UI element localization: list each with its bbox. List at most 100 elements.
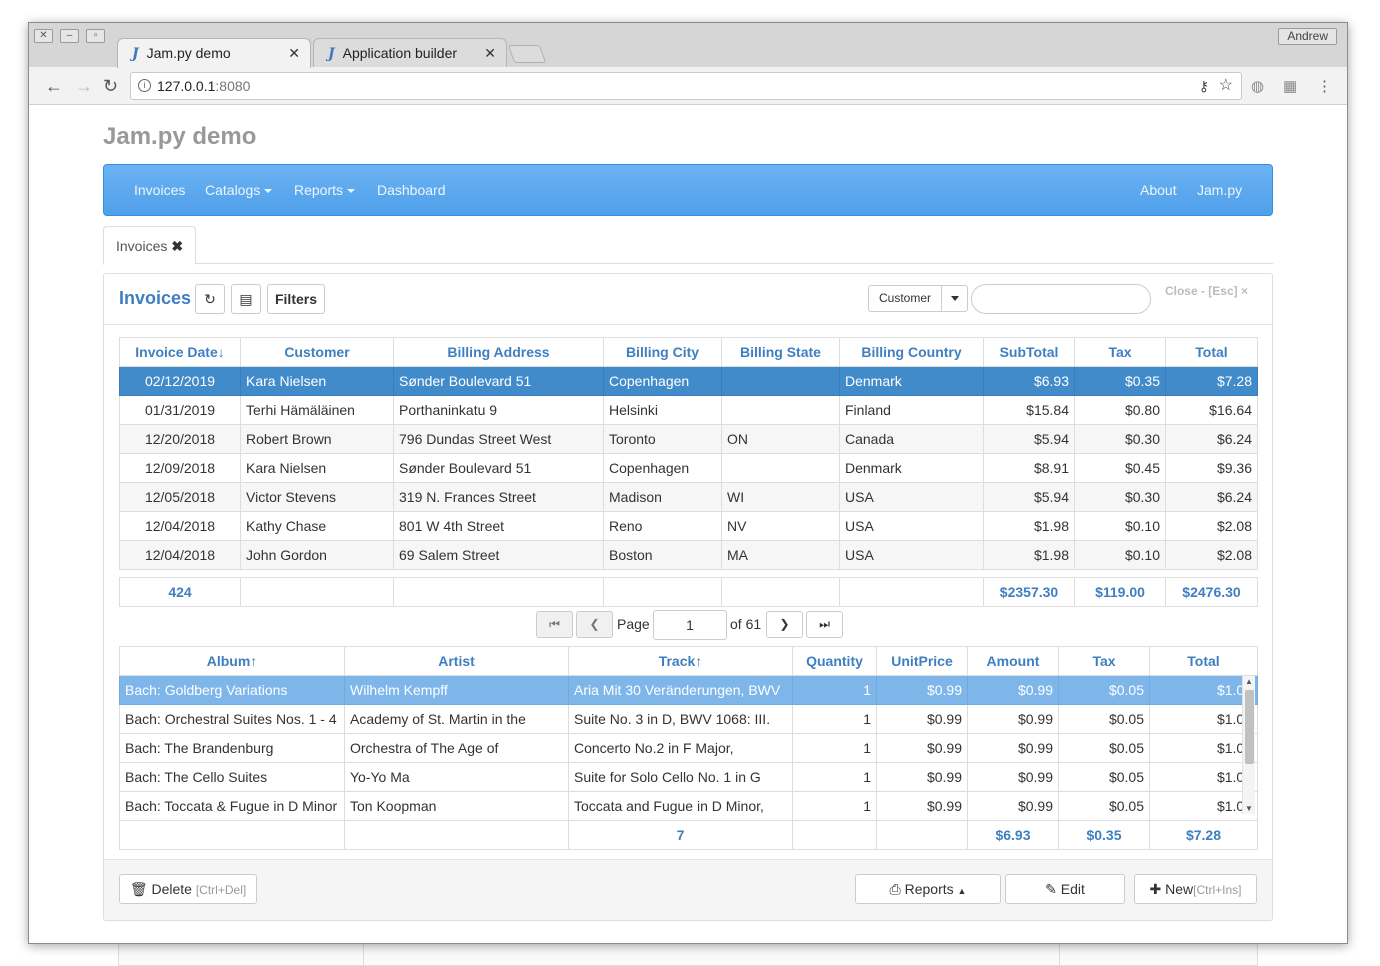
- table-cell: MA: [721, 540, 840, 570]
- column-header[interactable]: UnitPrice: [876, 646, 968, 676]
- invoices-table: Invoice Date↓ Customer Billing Address Bill…: [119, 337, 1258, 607]
- browser-tab-builder[interactable]: J Application builder ✕: [313, 38, 507, 68]
- column-header-label: Quantity: [806, 653, 863, 669]
- column-header-label: Artist: [438, 653, 475, 669]
- total-cell: $2357.30: [983, 577, 1075, 607]
- page-tabs: Invoices ✖: [103, 226, 1273, 265]
- key-icon[interactable]: ⚷: [1199, 73, 1209, 99]
- browser-menu-icon[interactable]: ⋮: [1317, 77, 1332, 95]
- scroll-up-icon[interactable]: ▲: [1245, 677, 1253, 686]
- site-info-icon[interactable]: i: [138, 79, 151, 92]
- menu-invoices[interactable]: Invoices: [134, 182, 185, 198]
- extension-globe-icon[interactable]: ◍: [1251, 77, 1264, 95]
- column-header[interactable]: Billing Address: [393, 337, 604, 367]
- forward-arrow-icon[interactable]: →: [75, 76, 93, 97]
- new-button[interactable]: ✚ New[Ctrl+Ins]: [1134, 874, 1257, 904]
- menu-about[interactable]: About: [1140, 182, 1177, 198]
- table-cell: $0.35: [1074, 366, 1166, 396]
- view-toggle-button[interactable]: ▤: [231, 284, 261, 314]
- table-row[interactable]: Bach: Orchestral Suites Nos. 1 - 4 Academ…: [119, 704, 1258, 734]
- table-row[interactable]: 12/05/2018 Victor Stevens 319 N. Frances S…: [119, 482, 1258, 512]
- delete-button[interactable]: 🗑 Delete [Ctrl+Del]: [119, 874, 257, 904]
- column-header-label: Tax: [1092, 653, 1116, 669]
- column-header[interactable]: Invoice Date↓: [119, 337, 241, 367]
- column-header-label: Tax: [1108, 344, 1132, 360]
- items-scrollbar[interactable]: ▲ ▼: [1242, 676, 1255, 814]
- search-field-select[interactable]: Customer: [868, 285, 968, 312]
- close-tab-icon[interactable]: ✕: [484, 39, 496, 67]
- edit-button[interactable]: ✎ Edit: [1005, 874, 1125, 904]
- column-header[interactable]: Album↑: [119, 646, 345, 676]
- column-header[interactable]: Billing State: [721, 337, 840, 367]
- profile-user-button[interactable]: Andrew: [1278, 28, 1337, 45]
- menu-catalogs[interactable]: Catalogs: [205, 182, 273, 198]
- table-row[interactable]: 12/04/2018 John Gordon 69 Salem Street Bost…: [119, 540, 1258, 570]
- prev-page-button[interactable]: ❮: [576, 611, 613, 638]
- back-arrow-icon[interactable]: ←: [45, 76, 63, 97]
- table-row[interactable]: 01/31/2019 Terhi Hämäläinen Porthaninkatu …: [119, 395, 1258, 425]
- maximize-window-icon[interactable]: ▫: [86, 29, 105, 43]
- table-cell: WI: [721, 482, 840, 512]
- table-row[interactable]: 02/12/2019 Kara Nielsen Sønder Boulevard 5…: [119, 366, 1258, 396]
- column-header[interactable]: Billing Country: [839, 337, 984, 367]
- search-input[interactable]: [971, 284, 1151, 314]
- column-header[interactable]: Quantity: [792, 646, 877, 676]
- sort-desc-icon: ↓: [217, 344, 225, 360]
- column-header[interactable]: Amount: [967, 646, 1059, 676]
- total-cell: $2476.30: [1165, 577, 1258, 607]
- first-page-button[interactable]: ⏮: [536, 611, 573, 638]
- close-tab-icon[interactable]: ✖: [171, 238, 183, 254]
- chevron-down-icon[interactable]: [941, 286, 967, 311]
- table-cell: $0.99: [967, 791, 1059, 821]
- address-bar[interactable]: i 127.0.0.1:8080 ⚷ ☆: [130, 72, 1242, 100]
- browser-toolbar: ← → ↻ i 127.0.0.1:8080 ⚷ ☆ ◍ ▦ ⋮: [29, 67, 1347, 105]
- menu-reports[interactable]: Reports: [294, 182, 356, 198]
- trash-icon: 🗑: [129, 881, 148, 897]
- table-cell: 12/04/2018: [119, 511, 241, 541]
- column-header[interactable]: Total: [1165, 337, 1258, 367]
- column-header[interactable]: Artist: [344, 646, 569, 676]
- table-cell: Bach: Orchestral Suites Nos. 1 - 4: [119, 704, 345, 734]
- chevron-left-icon: ❮: [589, 617, 600, 631]
- tab-label: Invoices: [116, 238, 168, 254]
- column-header[interactable]: Tax: [1074, 337, 1166, 367]
- bookmark-star-icon[interactable]: ☆: [1219, 73, 1233, 99]
- table-row[interactable]: 12/04/2018 Kathy Chase 801 W 4th Street Ren…: [119, 511, 1258, 541]
- menu-jampy[interactable]: Jam.py: [1197, 182, 1242, 198]
- menu-label: Catalogs: [205, 182, 261, 198]
- app-page: Jam.py demo Invoices Catalogs Reports Da…: [29, 106, 1347, 943]
- minimize-window-icon[interactable]: –: [60, 29, 79, 43]
- scrollbar-thumb[interactable]: [1245, 690, 1254, 764]
- table-row[interactable]: 12/09/2018 Kara Nielsen Sønder Boulevard 5…: [119, 453, 1258, 483]
- column-header[interactable]: Total: [1149, 646, 1258, 676]
- browser-tab-demo[interactable]: J Jam.py demo ✕: [117, 38, 311, 68]
- next-page-button[interactable]: ❯: [766, 611, 803, 638]
- menu-dashboard[interactable]: Dashboard: [377, 182, 446, 198]
- new-tab-button[interactable]: [507, 45, 547, 63]
- refresh-button[interactable]: ↻: [195, 284, 225, 314]
- column-header[interactable]: Customer: [240, 337, 394, 367]
- table-row[interactable]: Bach: The Cello Suites Yo-Yo Ma Suite for …: [119, 762, 1258, 792]
- column-header[interactable]: SubTotal: [983, 337, 1075, 367]
- extension-grid-icon[interactable]: ▦: [1283, 77, 1297, 95]
- column-header[interactable]: Billing City: [603, 337, 722, 367]
- filters-button[interactable]: Filters: [267, 284, 325, 314]
- reports-button[interactable]: ⎙ Reports ▲: [855, 874, 1001, 904]
- reload-icon[interactable]: ↻: [103, 76, 118, 97]
- column-header[interactable]: Track↑: [568, 646, 793, 676]
- close-window-icon[interactable]: ✕: [34, 29, 53, 43]
- table-row[interactable]: Bach: Toccata & Fugue in D Minor Ton Koop…: [119, 791, 1258, 821]
- column-header-label: Billing City: [625, 344, 700, 360]
- close-tab-icon[interactable]: ✕: [288, 39, 300, 67]
- table-row[interactable]: Bach: The Brandenburg Orchestra of The Ag…: [119, 733, 1258, 763]
- last-page-button[interactable]: ⏭: [806, 611, 843, 638]
- scroll-down-icon[interactable]: ▼: [1245, 804, 1253, 813]
- close-hint[interactable]: Close - [Esc] ×: [1165, 284, 1248, 298]
- column-header[interactable]: Tax: [1058, 646, 1150, 676]
- tab-invoices[interactable]: Invoices ✖: [103, 226, 197, 265]
- page-number-input[interactable]: 1: [653, 610, 727, 640]
- divider: [104, 324, 1272, 325]
- table-cell: Robert Brown: [240, 424, 394, 454]
- table-row[interactable]: 12/20/2018 Robert Brown 796 Dundas Street …: [119, 424, 1258, 454]
- table-row[interactable]: Bach: Goldberg Variations Wilhelm Kempff A…: [119, 675, 1258, 705]
